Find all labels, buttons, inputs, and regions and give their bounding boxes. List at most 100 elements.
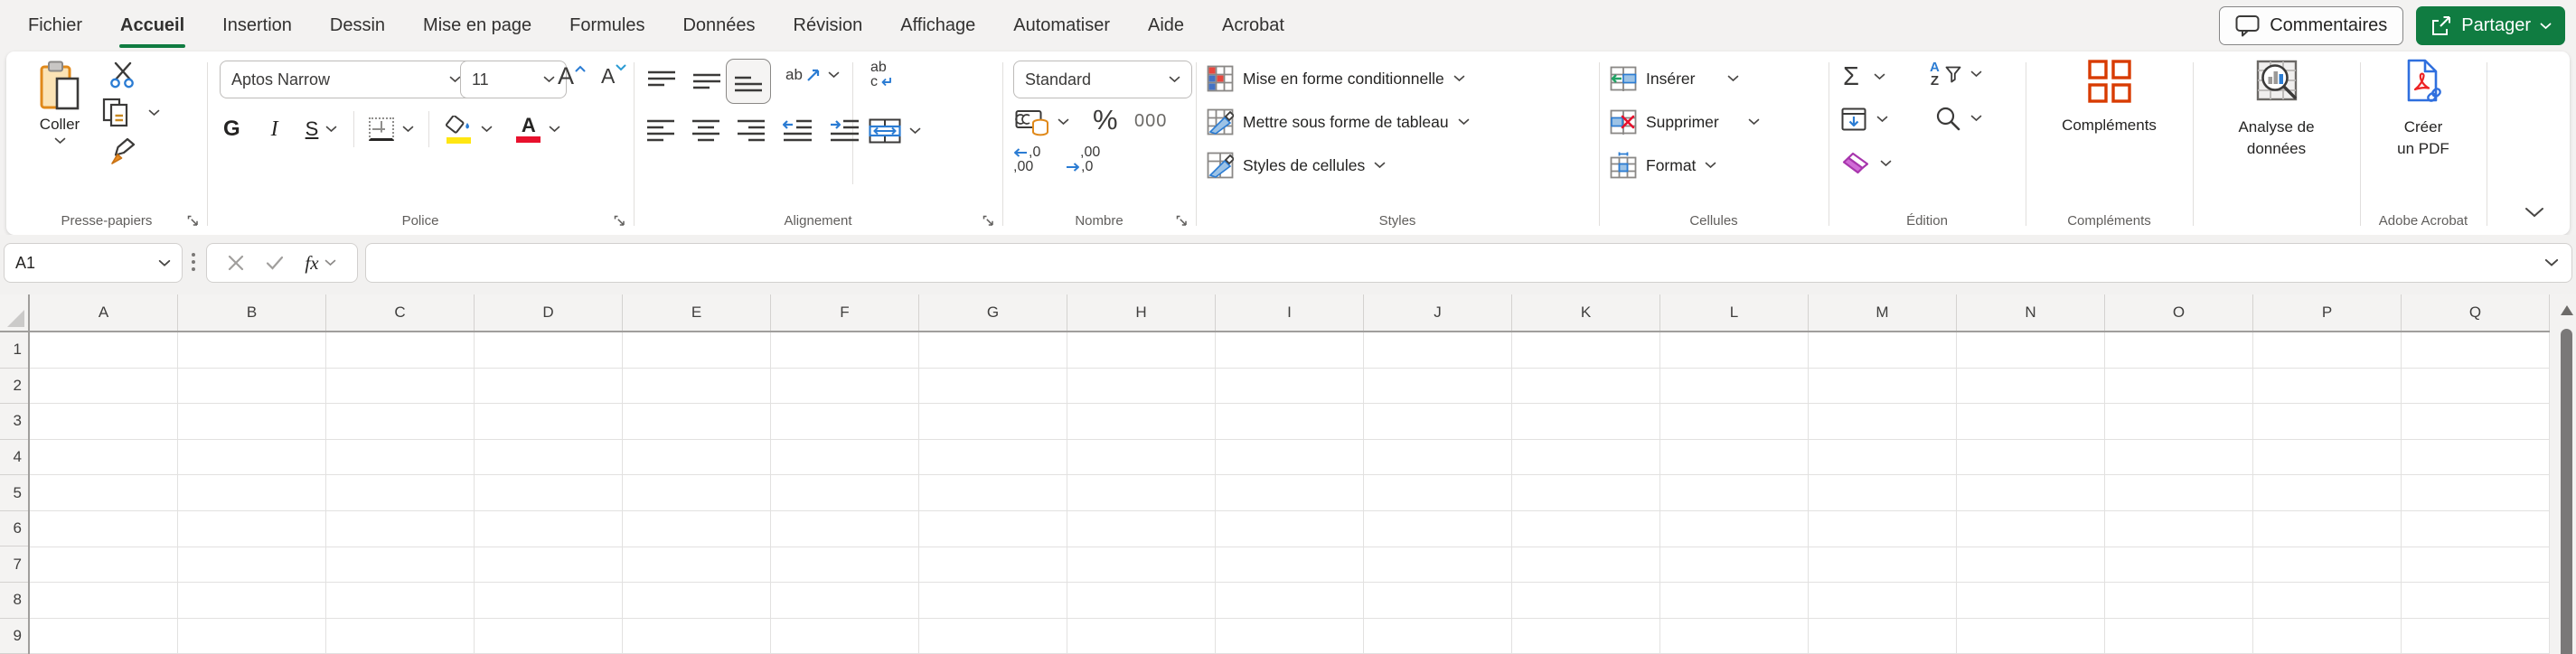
column-header-D[interactable]: D [475,294,623,331]
tab-affichage[interactable]: Affichage [881,0,994,51]
grid-cell[interactable] [1364,618,1512,654]
grid-cell[interactable] [30,332,178,369]
decrease-font-size-button[interactable]: A [601,64,626,88]
increase-font-size-button[interactable]: A [558,64,586,89]
decrease-decimal-button[interactable]: ,00 ,0 [1066,145,1100,174]
grid-cell[interactable] [1809,404,1957,440]
grid-cell[interactable] [1067,368,1216,405]
grid-cell[interactable] [1067,547,1216,584]
grid-cell[interactable] [1660,475,1809,511]
grid-cell[interactable] [1957,332,2105,369]
grid-cell[interactable] [1512,439,1660,476]
grid-cell[interactable] [1067,618,1216,654]
grid-cell[interactable] [623,618,771,654]
grid-cell[interactable] [1660,583,1809,619]
grid-cell[interactable] [326,475,475,511]
grid-cell[interactable] [919,475,1067,511]
number-dialog-launcher[interactable] [1174,213,1189,229]
tab-donnees[interactable]: Données [663,0,774,51]
grid-cell[interactable] [178,583,326,619]
grid-cell[interactable] [2105,583,2253,619]
grid-cell[interactable] [919,618,1067,654]
column-header-B[interactable]: B [178,294,326,331]
grid-cell[interactable] [178,618,326,654]
row-header-8[interactable]: 8 [0,582,28,619]
grid-cell[interactable] [1957,404,2105,440]
grid-cell[interactable] [1216,583,1364,619]
grid-cell[interactable] [2402,618,2550,654]
column-header-P[interactable]: P [2253,294,2402,331]
grid-cell[interactable] [326,618,475,654]
grid-cell[interactable] [1067,510,1216,547]
comma-style-button[interactable]: 000 [1134,111,1167,132]
grid-cell[interactable] [2105,510,2253,547]
grid-cell[interactable] [1957,368,2105,405]
merge-center-button[interactable] [869,118,921,144]
grid-cell[interactable] [1216,547,1364,584]
select-all-corner[interactable] [0,294,30,332]
cell-styles-button[interactable]: Styles de cellules [1207,147,1386,183]
grid-cell[interactable] [2253,510,2402,547]
column-header-N[interactable]: N [1957,294,2105,331]
grid-cell[interactable] [1067,332,1216,369]
column-header-A[interactable]: A [30,294,178,331]
grid-cell[interactable] [1809,332,1957,369]
grid-cell[interactable] [475,332,623,369]
column-header-E[interactable]: E [623,294,771,331]
grid-cell[interactable] [1512,510,1660,547]
grid-cell[interactable] [1660,618,1809,654]
grid-cell[interactable] [2105,332,2253,369]
grid-cell[interactable] [30,547,178,584]
grid-cell[interactable] [771,618,919,654]
grid-cell[interactable] [2253,583,2402,619]
grid-cell[interactable] [623,404,771,440]
row-header-1[interactable]: 1 [0,332,28,369]
grid-cell[interactable] [1216,332,1364,369]
grid-cell[interactable] [326,332,475,369]
italic-button[interactable]: I [271,117,278,142]
grid-cell[interactable] [1957,583,2105,619]
grid-cell[interactable] [919,583,1067,619]
grid-cell[interactable] [178,547,326,584]
grid-cell[interactable] [326,583,475,619]
grid-cell[interactable] [1364,332,1512,369]
align-center-button[interactable] [691,118,720,144]
tab-automatiser[interactable]: Automatiser [994,0,1129,51]
grid-cell[interactable] [1364,404,1512,440]
grid-cell[interactable] [30,404,178,440]
grid-cell[interactable] [2253,368,2402,405]
grid-cell[interactable] [326,404,475,440]
grid-cell[interactable] [1512,368,1660,405]
tab-formules[interactable]: Formules [550,0,663,51]
grid-cell[interactable] [919,547,1067,584]
grid-cell[interactable] [178,368,326,405]
grid-cell[interactable] [2105,439,2253,476]
grid-cell[interactable] [1809,510,1957,547]
create-pdf-button[interactable]: Créer un PDF [2360,59,2487,160]
column-header-M[interactable]: M [1809,294,1957,331]
grid-cell[interactable] [771,547,919,584]
grid-cell[interactable] [475,618,623,654]
row-header-7[interactable]: 7 [0,547,28,583]
grid-cell[interactable] [771,404,919,440]
row-header-9[interactable]: 9 [0,618,28,654]
format-as-table-button[interactable]: Mettre sous forme de tableau [1207,104,1470,140]
grid-cell[interactable] [1067,404,1216,440]
grid-cell[interactable] [623,510,771,547]
name-box[interactable]: A1 [4,243,183,283]
grid-cell[interactable] [1512,547,1660,584]
tab-fichier[interactable]: Fichier [9,0,101,51]
formula-input[interactable] [365,243,2572,283]
tab-acrobat[interactable]: Acrobat [1203,0,1303,51]
fill-down-button[interactable] [1841,107,1888,131]
grid-cell[interactable] [1660,547,1809,584]
grid-cell[interactable] [1957,618,2105,654]
grid-cell[interactable] [1364,475,1512,511]
align-bottom-button[interactable] [733,70,764,93]
grid-cell[interactable] [2105,618,2253,654]
grid-cell[interactable] [2402,510,2550,547]
font-size-select[interactable]: 11 [460,61,567,98]
clear-button[interactable] [1841,151,1892,176]
bold-button[interactable]: G [223,117,240,142]
grid-cell[interactable] [623,475,771,511]
